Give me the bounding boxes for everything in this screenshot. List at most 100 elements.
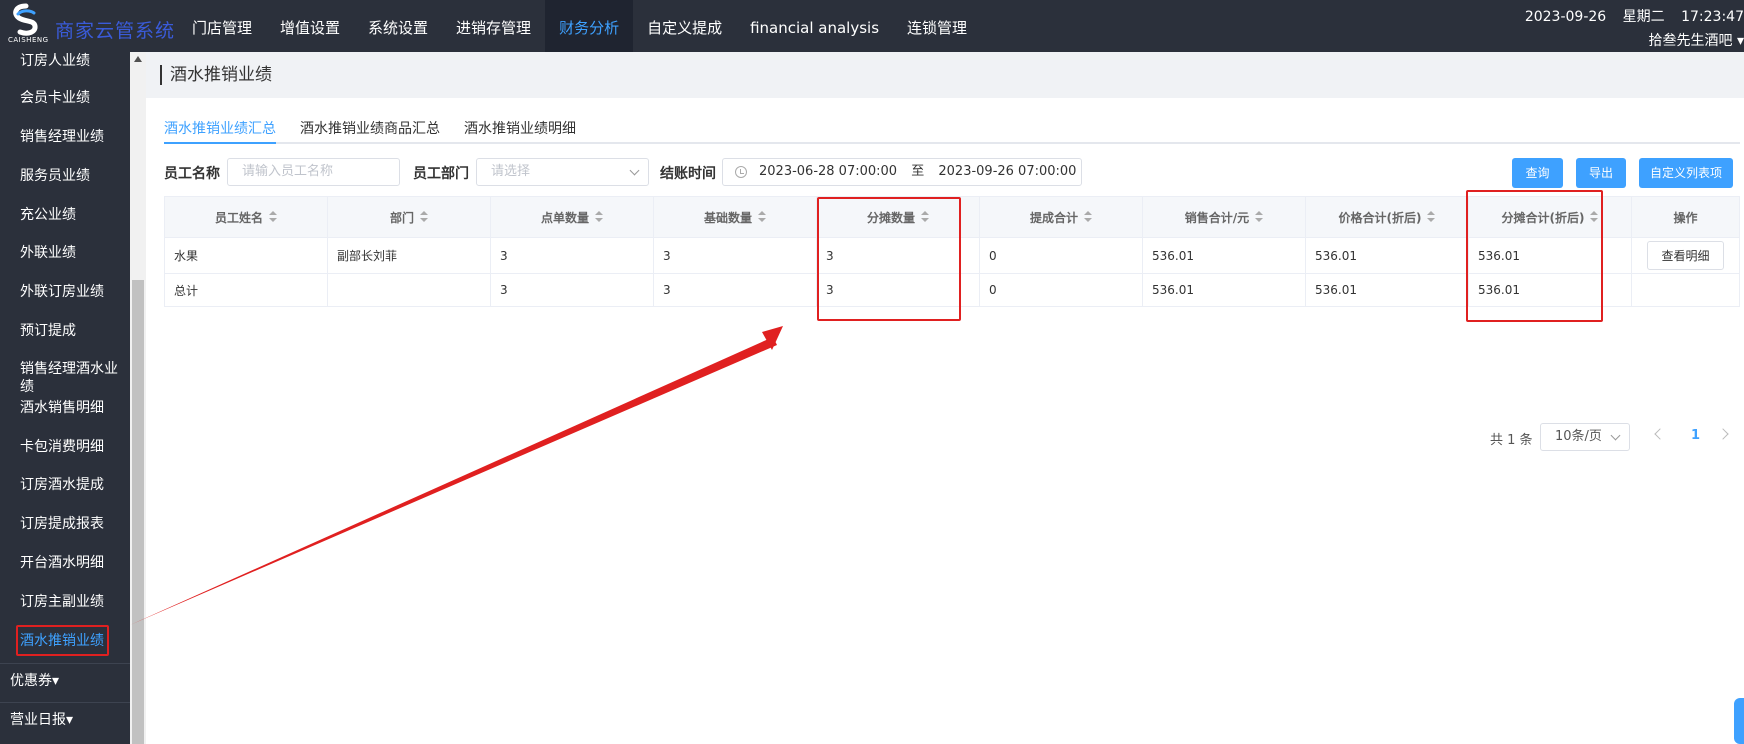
sidebar-item-member-card[interactable]: 会员卡业绩 [0,89,130,107]
clock-icon [735,166,747,178]
annotation-box-sidebar [16,625,109,656]
cell-price-total: 536.01 [1306,274,1469,306]
nav-item-finance[interactable]: 财务分析 [545,0,634,52]
sort-icon[interactable] [595,211,603,223]
date-end[interactable]: 2023-09-26 07:00:00 [938,164,1076,179]
app-title: 商家云管系统 [55,20,176,42]
employee-name-input[interactable]: 请输入员工名称 [227,158,400,186]
tab-summary[interactable]: 酒水推销业绩汇总 [164,118,276,144]
column-header[interactable]: 销售合计/元 [1143,197,1306,237]
column-header[interactable]: 基础数量 [654,197,817,237]
sidebar-item-booking-commission-report[interactable]: 订房提成报表 [0,515,130,533]
caisheng-logo[interactable]: CAISHENG [6,2,49,48]
cell-actions: 查看明细 [1632,238,1739,273]
employee-dept-select[interactable]: 请选择 [476,158,649,186]
date-separator: 至 [911,164,925,179]
sidebar-item-sales-manager-drinks[interactable]: 销售经理酒水业绩 [0,360,120,396]
nav-item-custom-commission[interactable]: 自定义提成 [633,0,736,52]
cell-commission-total: 0 [980,238,1143,273]
cell-department [328,274,491,306]
column-header[interactable]: 价格合计(折后) [1306,197,1469,237]
sort-icon[interactable] [1255,211,1264,223]
sidebar-item-booker-performance[interactable]: 订房人业绩 [0,52,130,70]
cell-price-total: 536.01 [1306,238,1469,273]
pagination-current-page[interactable]: 1 [1691,428,1700,443]
sidebar-item-waiter[interactable]: 服务员业绩 [0,167,130,185]
annotation-box-shared-qty [817,197,961,321]
column-header[interactable]: 员工姓名 [165,197,328,237]
sidebar-divider [0,702,130,703]
sidebar-scrollbar[interactable] [130,52,146,744]
column-header[interactable]: 提成合计 [980,197,1143,237]
employee-dept-label: 员工部门 [413,166,469,182]
page-size-value: 10条/页 [1555,429,1602,444]
logo-caption: CAISHENG [8,36,49,44]
checkout-time-label: 结账时间 [660,166,716,182]
cell-order-qty: 3 [491,274,654,306]
header-right: 2023-09-26 星期二 17:23:47 拾叁先生酒吧 ▾ [1513,6,1744,50]
user-menu[interactable]: 拾叁先生酒吧 ▾ [1513,30,1744,50]
sidebar-item-drink-sales-detail[interactable]: 酒水销售明细 [0,399,130,417]
sidebar-group-daily-report[interactable]: 营业日报▾ [0,711,130,729]
custom-columns-button[interactable]: 自定义列表项 [1639,158,1733,188]
sidebar-item-booking-drinks-commission[interactable]: 订房酒水提成 [0,476,130,494]
cell-order-qty: 3 [491,238,654,273]
sidebar-item-outreach[interactable]: 外联业绩 [0,244,130,262]
cell-employee-name: 水果 [165,238,328,273]
chevron-right-icon[interactable] [1717,428,1729,440]
sort-icon[interactable] [758,211,766,223]
sidebar-item-sales-manager[interactable]: 销售经理业绩 [0,128,130,146]
tab-product-summary[interactable]: 酒水推销业绩商品汇总 [300,118,440,144]
sidebar-item-outreach-booking[interactable]: 外联订房业绩 [0,283,130,301]
sort-icon[interactable] [1427,211,1436,223]
column-header[interactable]: 部门 [328,197,491,237]
sidebar-item-booking-main-sub[interactable]: 订房主副业绩 [0,593,130,611]
cell-actions [1632,274,1739,306]
nav-item-value-added[interactable]: 增值设置 [266,0,354,52]
dept-placeholder: 请选择 [491,164,531,179]
scrollbar-thumb[interactable] [132,280,144,744]
cell-sales-total: 536.01 [1143,238,1306,273]
nav-item-inventory[interactable]: 进销存管理 [442,0,545,52]
column-header[interactable]: 点单数量 [491,197,654,237]
sort-icon[interactable] [1084,211,1092,223]
column-header-actions: 操作 [1673,210,1698,225]
nav-item-chain[interactable]: 连锁管理 [893,0,981,52]
pagination-total: 共 1 条 [1490,433,1533,448]
nav-item-financial-analysis[interactable]: financial analysis [736,0,893,52]
nav-item-system[interactable]: 系统设置 [354,0,442,52]
sidebar-item-open-table-drinks[interactable]: 开台酒水明细 [0,554,130,572]
cell-commission-total: 0 [980,274,1143,306]
date-start[interactable]: 2023-06-28 07:00:00 [759,164,897,179]
view-detail-button[interactable]: 查看明细 [1647,241,1724,270]
cell-employee-name: 总计 [165,274,328,306]
header-date: 2023-09-26 [1524,9,1607,25]
sidebar-item-reservation-commission[interactable]: 预订提成 [0,322,130,340]
header-time: 17:23:47 [1681,9,1744,25]
scroll-up-icon[interactable] [134,56,142,62]
page-size-select[interactable]: 10条/页 [1540,423,1630,451]
page-title: 酒水推销业绩 [160,65,272,85]
header-weekday: 星期二 [1622,9,1665,25]
tab-detail[interactable]: 酒水推销业绩明细 [464,118,576,144]
date-range-picker[interactable]: 2023-06-28 07:00:00 至 2023-09-26 07:00:0… [722,158,1082,186]
cell-base-qty: 3 [654,238,817,273]
sidebar-group-coupons[interactable]: 优惠券▾ [0,672,130,690]
cell-department: 副部长刘菲 [328,238,491,273]
sort-icon[interactable] [420,211,428,223]
main-nav: 门店管理 增值设置 系统设置 进销存管理 财务分析 自定义提成 financia… [178,0,981,52]
top-bar: CAISHENG 商家云管系统 门店管理 增值设置 系统设置 进销存管理 财务分… [0,0,1744,52]
floating-side-tab[interactable] [1734,698,1744,744]
export-button[interactable]: 导出 [1576,158,1626,188]
sort-icon[interactable] [269,211,277,223]
chevron-down-icon [1610,430,1621,441]
nav-item-store[interactable]: 门店管理 [178,0,266,52]
sidebar-item-card-consumption[interactable]: 卡包消费明细 [0,438,130,456]
cell-sales-total: 536.01 [1143,274,1306,306]
page-header: 酒水推销业绩 [146,52,1744,98]
query-button[interactable]: 查询 [1512,158,1563,188]
sidebar-item-public[interactable]: 充公业绩 [0,206,130,224]
chevron-left-icon[interactable] [1654,428,1666,440]
sidebar-divider [0,663,130,664]
cell-base-qty: 3 [654,274,817,306]
